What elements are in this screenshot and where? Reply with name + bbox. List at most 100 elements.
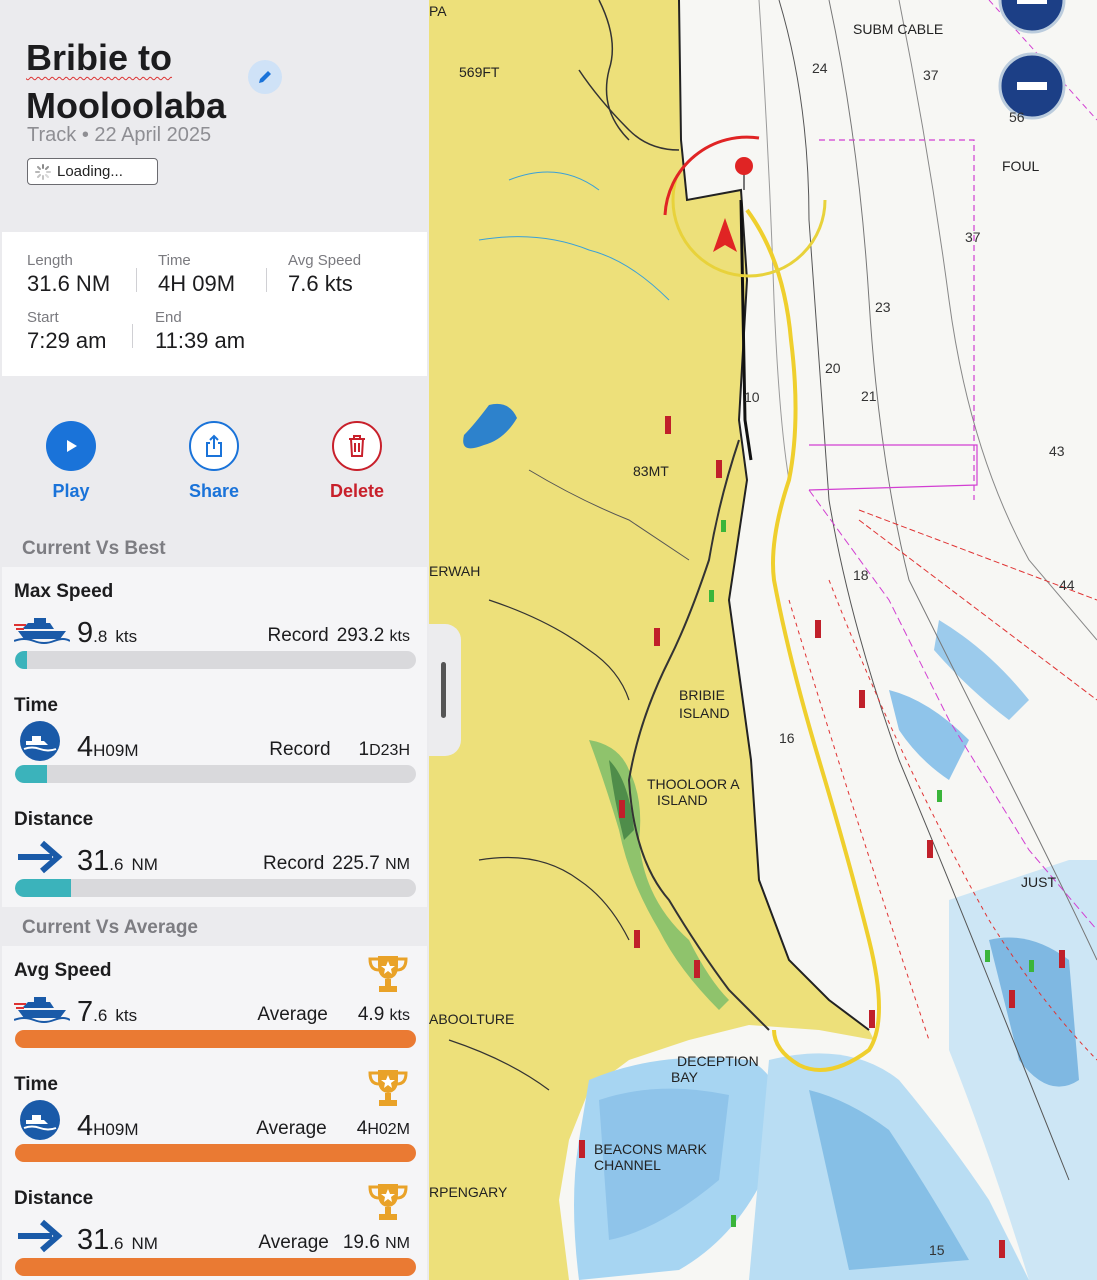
label-83mt: 83MT (633, 463, 669, 479)
label-bribie: BRIBIE (679, 687, 725, 703)
metric-record: Record 293.2 kts (267, 625, 410, 646)
divider (132, 324, 133, 348)
label-bribie-island: ISLAND (679, 705, 730, 721)
page-title: Bribie to Mooloolaba (26, 34, 226, 130)
label-foul: FOUL (1002, 158, 1040, 174)
loading-label: Loading... (57, 163, 123, 180)
metric-value: 31.6 NM (77, 1224, 158, 1256)
metric-value: 9.8 kts (77, 617, 138, 649)
metric-record: Record 225.7 NM (263, 853, 410, 874)
metric-value: 31.6 NM (77, 845, 158, 877)
depth-label: 43 (1049, 443, 1065, 459)
label-just: JUST (1021, 874, 1056, 890)
stat-value: 7:29 am (27, 328, 107, 353)
delete-button[interactable]: Delete (312, 421, 402, 502)
depth-label: 37 (923, 67, 939, 83)
title-line-1: Bribie to (26, 37, 173, 78)
depth-label: 23 (875, 299, 891, 315)
handle-grip (441, 662, 446, 718)
progress-bar (15, 651, 416, 669)
panel-resize-handle[interactable] (429, 624, 461, 756)
metric-title: Distance (14, 1188, 94, 1209)
metric-value: 7.6 kts (77, 996, 138, 1028)
depth-label: 24 (812, 60, 828, 76)
progress-bar (15, 1030, 416, 1048)
metric-record: Record 1D23H (269, 739, 410, 760)
metric-title: Distance (14, 809, 94, 830)
divider (136, 268, 137, 292)
depth-label: 15 (929, 1242, 945, 1258)
metric-average: Average 4.9 kts (257, 1004, 410, 1025)
chart-canvas: SUBM CABLE FOUL 569FT 83MT ERWAH BRIBIE … (429, 0, 1097, 1280)
stat-time: Time 4H 09M (158, 252, 235, 297)
stat-value: 31.6 NM (27, 271, 111, 296)
depth-label: 56 (1009, 109, 1025, 125)
boat-speed-icon (14, 618, 70, 644)
play-button[interactable]: Play (26, 421, 116, 502)
stat-value: 7.6 kts (288, 271, 353, 296)
progress-bar (15, 765, 416, 783)
trash-icon (349, 435, 365, 457)
stat-label: End (155, 309, 182, 326)
share-button[interactable]: Share (169, 421, 259, 502)
arrow-right-icon (18, 1219, 63, 1253)
spinner-icon (35, 163, 51, 180)
stat-label: Length (27, 252, 73, 269)
stat-end: End 11:39 am (155, 309, 245, 354)
metric-title: Time (14, 695, 59, 716)
metric-title: Avg Speed (14, 960, 112, 981)
stat-label: Avg Speed (288, 252, 362, 269)
share-icon (206, 434, 222, 457)
pin-icon (735, 157, 753, 175)
current-vs-average-card: Avg Speed 7.6 kts Average 4.9 kts Time 4… (2, 946, 427, 1280)
label-erwah: ERWAH (429, 563, 480, 579)
track-detail-panel: Bribie to Mooloolaba Track • 22 April 20… (0, 0, 429, 1280)
share-label: Share (188, 481, 240, 501)
section-heading-best: Current Vs Best (22, 538, 166, 559)
pencil-icon (259, 71, 271, 83)
stat-length: Length 31.6 NM (27, 252, 110, 297)
metric-average: Average 4H02M (256, 1118, 410, 1139)
nautical-chart-map[interactable]: SUBM CABLE FOUL 569FT 83MT ERWAH BRIBIE … (429, 0, 1097, 1280)
stat-value: 11:39 am (155, 328, 246, 353)
track-subtitle: Track • 22 April 2025 (27, 124, 212, 146)
label-caboolture: ABOOLTURE (429, 1011, 514, 1027)
label-channel: CHANNEL (594, 1157, 661, 1173)
progress-bar (15, 1258, 416, 1276)
depth-label: 44 (1059, 577, 1075, 593)
label-subm-cable: SUBM CABLE (853, 21, 943, 37)
label-deception: DECEPTION (677, 1053, 759, 1069)
track-stats-card: Length 31.6 NM Time 4H 09M Avg Speed 7.6… (2, 232, 427, 376)
trophy-icon (368, 1184, 408, 1220)
divider (266, 268, 267, 292)
depth-label: 21 (861, 388, 877, 404)
stat-label: Start (27, 309, 59, 326)
label-beacons-mark: BEACONS MARK (594, 1141, 707, 1157)
title-line-2: Mooloolaba (26, 85, 226, 126)
loading-indicator: Loading... (27, 158, 158, 185)
current-vs-best-card: Max Speed 9.8 kts Record 293.2 kts Time 4… (2, 567, 427, 907)
play-icon (67, 440, 77, 452)
label-deception-bay: BAY (671, 1069, 699, 1085)
metric-value: 4H09M (77, 1110, 139, 1142)
metric-value: 4H09M (77, 731, 139, 763)
progress-bar (15, 879, 416, 897)
depth-label: 20 (825, 360, 841, 376)
stat-value: 4H 09M (158, 271, 236, 296)
boat-speed-icon (14, 997, 70, 1023)
metric-average: Average 19.6 NM (258, 1232, 410, 1253)
edit-title-button[interactable] (248, 60, 282, 94)
progress-bar (15, 1144, 416, 1162)
metric-title: Max Speed (14, 581, 114, 602)
depth-label: 16 (779, 730, 795, 746)
depth-label: 18 (853, 567, 869, 583)
trophy-icon (368, 1070, 408, 1106)
label-thooloora-island: ISLAND (657, 792, 708, 808)
label-569ft: 569FT (459, 64, 500, 80)
label-pengary: RPENGARY (429, 1184, 508, 1200)
boat-time-icon (20, 721, 60, 761)
stat-avg-speed: Avg Speed 7.6 kts (288, 252, 361, 297)
label-thooloora: THOOLOOR A (647, 776, 740, 792)
arrow-right-icon (18, 840, 63, 874)
label-pa: PA (429, 3, 447, 19)
